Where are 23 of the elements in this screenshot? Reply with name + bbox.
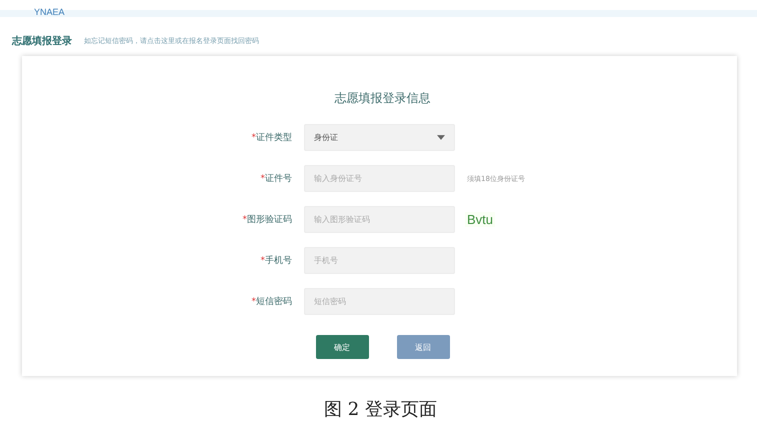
caret-icon: [437, 135, 445, 140]
captcha-image[interactable]: Bvtu: [465, 212, 496, 227]
required-mark: *: [260, 256, 265, 266]
page-title: 志愿填报登录: [12, 34, 72, 48]
input-field[interactable]: 短信密码: [304, 288, 455, 315]
field-label: 手机号: [265, 254, 292, 267]
field-label: 短信密码: [256, 296, 292, 308]
required-mark: *: [252, 132, 256, 142]
required-mark: *: [260, 174, 265, 184]
back-button[interactable]: 返回: [396, 335, 450, 359]
form-title: 志愿填报登录信息: [334, 90, 432, 107]
confirm-button[interactable]: 确定: [316, 335, 368, 359]
required-mark: *: [242, 214, 247, 224]
select-field[interactable]: 身份证: [304, 124, 455, 151]
required-mark: *: [252, 296, 256, 306]
field-label: 证件号: [265, 172, 292, 185]
field-label: 证件类型: [256, 132, 292, 144]
field-label: 图形验证码: [247, 214, 292, 226]
logo-text: YNAEA: [34, 7, 65, 17]
input-field[interactable]: 输入身份证号: [304, 165, 455, 192]
input-field[interactable]: 手机号: [304, 247, 455, 274]
figure-caption: 图 2 登录页面: [323, 398, 438, 421]
input-field[interactable]: 输入图形验证码: [304, 206, 455, 233]
